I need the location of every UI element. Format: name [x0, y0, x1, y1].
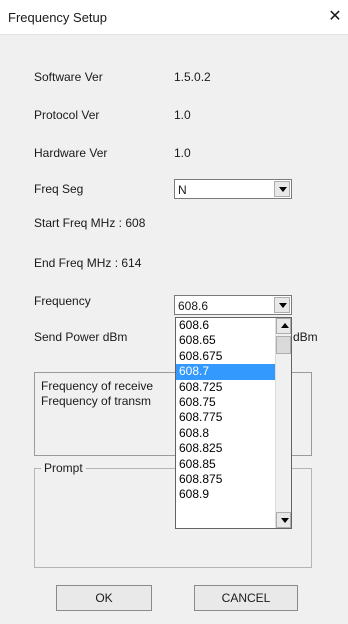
frequency-option[interactable]: 608.85 — [176, 457, 276, 472]
title-bar: Frequency Setup ✕ — [0, 0, 348, 35]
frequency-option[interactable]: 608.75 — [176, 395, 276, 410]
frequency-option[interactable]: 608.725 — [176, 380, 276, 395]
start-freq-text: Start Freq MHz : 608 — [34, 216, 146, 230]
software-ver-label: Software Ver — [34, 70, 103, 84]
frequency-option[interactable]: 608.6 — [176, 318, 276, 333]
freq-seg-dropdown-button[interactable] — [274, 181, 290, 197]
freq-seg-select[interactable]: N — [174, 179, 292, 199]
close-button[interactable]: ✕ — [326, 8, 344, 26]
frequency-label: Frequency — [34, 294, 91, 308]
frequency-option[interactable]: 608.875 — [176, 472, 276, 487]
scroll-down-button[interactable] — [276, 512, 291, 528]
cancel-button[interactable]: CANCEL — [194, 585, 298, 611]
scroll-down-icon — [281, 518, 289, 523]
ok-button[interactable]: OK — [56, 585, 152, 611]
send-power-unit: dBm — [293, 330, 318, 344]
frequency-select[interactable]: 608.6 — [174, 295, 292, 315]
frequency-options: 608.6 608.65 608.675 608.7 608.725 608.75 608.… — [176, 318, 276, 503]
chevron-down-icon — [279, 303, 287, 308]
prompt-legend: Prompt — [41, 461, 86, 475]
frequency-option[interactable]: 608.8 — [176, 426, 276, 441]
scroll-up-icon — [281, 323, 289, 328]
frequency-option[interactable]: 608.9 — [176, 487, 276, 502]
protocol-ver-value: 1.0 — [174, 108, 191, 122]
frequency-dropdown-list[interactable]: 608.6 608.65 608.675 608.7 608.725 608.75 608.… — [175, 317, 292, 529]
window-title: Frequency Setup — [8, 10, 108, 25]
freq-seg-value: N — [178, 183, 187, 197]
frequency-option[interactable]: 608.65 — [176, 333, 276, 348]
frequency-option[interactable]: 608.675 — [176, 349, 276, 364]
hardware-ver-label: Hardware Ver — [34, 146, 108, 160]
close-icon: ✕ — [328, 8, 342, 25]
status-line-receive: Frequency of receive — [41, 379, 154, 393]
frequency-option[interactable]: 608.825 — [176, 441, 276, 456]
hardware-ver-value: 1.0 — [174, 146, 191, 160]
software-ver-value: 1.5.0.2 — [174, 70, 211, 84]
scroll-thumb[interactable] — [276, 336, 291, 354]
frequency-value: 608.6 — [178, 299, 209, 313]
freq-seg-label: Freq Seg — [34, 182, 84, 196]
frequency-option[interactable]: 608.7 — [176, 364, 276, 380]
status-line-transmit: Frequency of transm — [41, 394, 152, 408]
chevron-down-icon — [279, 187, 287, 192]
scroll-up-button[interactable] — [276, 318, 291, 334]
end-freq-text: End Freq MHz : 614 — [34, 256, 142, 270]
dropdown-scrollbar[interactable] — [275, 318, 291, 528]
frequency-option[interactable]: 608.775 — [176, 410, 276, 425]
send-power-label: Send Power dBm — [34, 330, 128, 344]
frequency-dropdown-button[interactable] — [274, 297, 290, 313]
protocol-ver-label: Protocol Ver — [34, 108, 100, 122]
